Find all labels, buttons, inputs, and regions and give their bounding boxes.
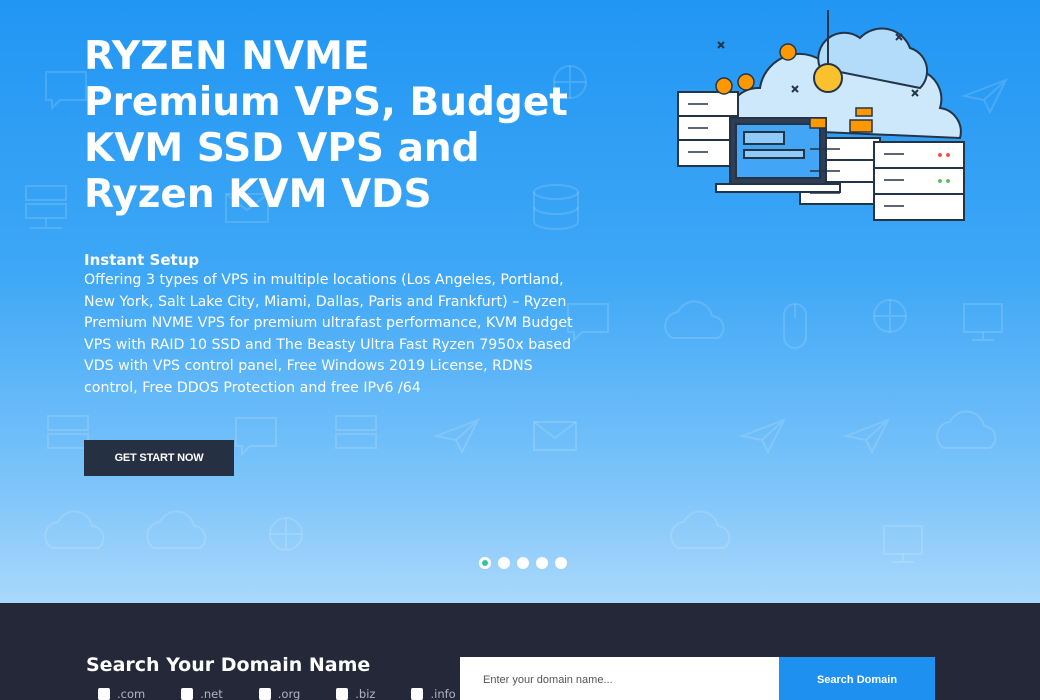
network-icon (269, 517, 303, 551)
server-icon (335, 415, 377, 449)
slider-dot-4[interactable] (536, 557, 548, 569)
cloud-icon (44, 510, 105, 549)
domain-search-title: Search Your Domain Name (86, 654, 371, 676)
hero-section: RYZEN NVME Premium VPS, Budget KVM SSD V… (0, 0, 1040, 603)
slider-dots (479, 557, 567, 569)
tld-option-info[interactable]: .info (411, 687, 456, 700)
paper-plane-icon (842, 418, 891, 455)
tld-checkbox[interactable] (98, 688, 110, 700)
mouse-icon (783, 303, 807, 349)
server-icon (25, 185, 67, 229)
server-cloud-illustration (677, 10, 965, 221)
hero-subtitle: Instant Setup (84, 251, 200, 269)
tld-option-biz[interactable]: .biz (336, 687, 375, 700)
domain-search-section: Search Your Domain Name .com .net .org .… (0, 603, 1040, 700)
cloud-icon (146, 510, 207, 549)
slider-dot-5[interactable] (555, 557, 567, 569)
tld-label: .net (200, 687, 223, 700)
tld-option-com[interactable]: .com (98, 687, 145, 700)
slider-dot-3[interactable] (517, 557, 529, 569)
tld-label: .org (277, 687, 301, 700)
server-icon (47, 415, 89, 449)
tld-option-org[interactable]: .org (258, 687, 301, 700)
tld-checkbox[interactable] (336, 688, 349, 700)
tld-checkbox[interactable] (181, 688, 194, 700)
tld-checkbox[interactable] (411, 688, 424, 700)
cloud-icon (670, 510, 731, 549)
paper-plane-icon (738, 418, 787, 455)
monitor-icon (963, 303, 1003, 341)
paper-plane-icon (432, 418, 481, 455)
tld-label: .com (117, 687, 146, 700)
network-icon (873, 299, 907, 333)
monitor-icon (883, 525, 923, 563)
hero-description: Offering 3 types of VPS in multiple loca… (84, 272, 573, 396)
chat-icon (45, 71, 87, 111)
slider-dot-1[interactable] (479, 557, 491, 569)
cloud-icon (664, 300, 725, 339)
envelope-icon (533, 421, 577, 451)
domain-search-input[interactable] (460, 657, 779, 700)
chat-icon (235, 417, 277, 457)
tld-label: .biz (355, 687, 376, 700)
cloud-icon (936, 410, 997, 449)
tld-checkbox[interactable] (258, 688, 271, 700)
hero-title: RYZEN NVME Premium VPS, Budget KVM SSD V… (84, 34, 568, 217)
tld-option-net[interactable]: .net (181, 687, 223, 700)
tld-options: .com .net .org .biz .info (98, 687, 492, 700)
tld-label: .info (430, 687, 456, 700)
search-domain-button[interactable]: Search Domain (779, 657, 935, 700)
get-start-now-button[interactable]: GET START NOW (84, 440, 234, 476)
slider-dot-2[interactable] (498, 557, 510, 569)
